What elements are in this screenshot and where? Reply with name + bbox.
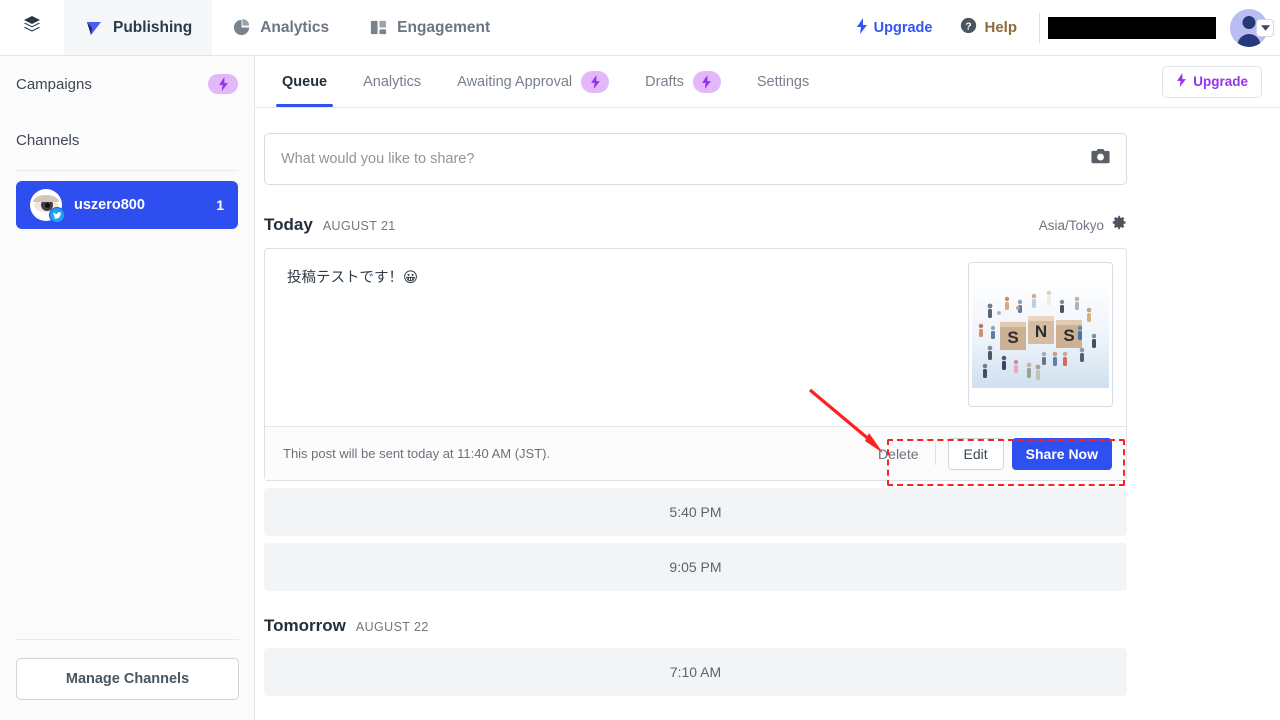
- queue-slot[interactable]: 9:05 PM: [264, 543, 1127, 591]
- help-link[interactable]: ? Help: [946, 17, 1031, 38]
- nav-item-engagement-label: Engagement: [397, 18, 491, 36]
- tab-awaiting-approval[interactable]: Awaiting Approval: [439, 56, 627, 107]
- svg-text:S: S: [1007, 328, 1018, 347]
- tab-awaiting-approval-label: Awaiting Approval: [457, 73, 573, 90]
- tab-settings[interactable]: Settings: [739, 56, 827, 107]
- queue-slot[interactable]: 5:40 PM: [264, 488, 1127, 536]
- tab-analytics[interactable]: Analytics: [345, 56, 439, 107]
- top-navigation-bar: Publishing Analytics Engagement Upgrade …: [0, 0, 1280, 56]
- queue-content: Today AUGUST 21 Asia/Tokyo 投稿テストです！😀: [255, 108, 1280, 696]
- scheduled-post-card: 投稿テストです！😀 S N S This post will be sent t…: [264, 248, 1127, 481]
- topbar-right-group: Upgrade ? Help: [842, 0, 1280, 55]
- manage-channels-button[interactable]: Manage Channels: [16, 658, 239, 700]
- bolt-icon: [856, 17, 868, 38]
- day-header-today: Today AUGUST 21 Asia/Tokyo: [264, 215, 1127, 235]
- bolt-icon: [1176, 73, 1187, 90]
- post-thumbnail[interactable]: S N S: [968, 262, 1113, 407]
- tab-settings-label: Settings: [756, 73, 810, 90]
- queue-slot-time: 9:05 PM: [669, 559, 722, 575]
- drafts-pro-badge: [692, 70, 721, 93]
- svg-text:?: ?: [966, 21, 972, 32]
- upgrade-button-label: Upgrade: [1193, 74, 1248, 89]
- question-circle-icon: ?: [960, 17, 977, 38]
- post-composer[interactable]: [264, 133, 1127, 185]
- delete-button[interactable]: Delete: [862, 446, 934, 462]
- queue-slot-time: 5:40 PM: [669, 504, 722, 520]
- app-logo[interactable]: [0, 0, 64, 55]
- nav-item-engagement[interactable]: Engagement: [349, 0, 510, 55]
- engagement-icon: [369, 18, 388, 37]
- tab-queue[interactable]: Queue: [264, 56, 345, 107]
- nav-item-publishing-label: Publishing: [113, 18, 193, 36]
- chevron-down-icon[interactable]: [1256, 18, 1274, 37]
- tab-queue-label: Queue: [282, 73, 328, 90]
- nav-item-publishing[interactable]: Publishing: [64, 0, 213, 55]
- eye-avatar: [30, 189, 65, 223]
- sidebar-channel-name: uszero800: [74, 197, 145, 213]
- help-link-label: Help: [984, 19, 1017, 36]
- day-title: Today: [264, 215, 313, 234]
- upgrade-link[interactable]: Upgrade: [842, 17, 947, 38]
- svg-text:S: S: [1063, 326, 1074, 345]
- awaiting-approval-pro-badge: [581, 70, 610, 93]
- day-title: Tomorrow: [264, 616, 346, 635]
- main-content: Queue Analytics Awaiting Approval Drafts…: [255, 56, 1280, 720]
- sidebar-footer: Manage Channels: [0, 639, 255, 720]
- topbar-divider: [1039, 12, 1040, 43]
- post-body[interactable]: 投稿テストです！😀 S N S: [265, 249, 1126, 426]
- queue-slot-time: 7:10 AM: [669, 664, 722, 680]
- sidebar: Campaigns Channels uszero800 1 Manage Ch…: [0, 56, 255, 720]
- account-menu[interactable]: [1230, 8, 1274, 47]
- nav-item-analytics[interactable]: Analytics: [212, 0, 349, 55]
- day-date: AUGUST 21: [322, 219, 396, 233]
- sidebar-channel-uszero800[interactable]: uszero800 1: [16, 181, 238, 229]
- day-header-tomorrow: Tomorrow AUGUST 22: [264, 616, 1127, 636]
- sidebar-channel-count: 1: [216, 197, 224, 213]
- footer-button-separator: [934, 442, 936, 465]
- svg-text:N: N: [1035, 322, 1047, 341]
- campaigns-pro-badge: [208, 74, 238, 94]
- pie-chart-icon: [232, 18, 251, 37]
- share-input[interactable]: [281, 151, 1091, 167]
- day-date: AUGUST 22: [355, 620, 429, 634]
- sns-blocks-image: S N S: [972, 266, 1109, 403]
- twitter-icon: [49, 207, 65, 223]
- post-footer: This post will be sent today at 11:40 AM…: [265, 426, 1126, 480]
- timezone-label: Asia/Tokyo: [1038, 218, 1104, 233]
- upgrade-button[interactable]: Upgrade: [1162, 65, 1262, 98]
- share-now-button[interactable]: Share Now: [1011, 437, 1112, 470]
- upgrade-link-label: Upgrade: [873, 19, 933, 36]
- edit-button[interactable]: Edit: [947, 437, 1004, 470]
- tab-drafts[interactable]: Drafts: [627, 56, 739, 107]
- sidebar-section-channels-label: Channels: [16, 131, 80, 149]
- nav-item-analytics-label: Analytics: [260, 18, 330, 36]
- sidebar-item-campaigns[interactable]: Campaigns: [0, 56, 254, 112]
- layers-icon: [23, 15, 41, 40]
- gear-icon[interactable]: [1112, 215, 1127, 235]
- account-name-redacted: [1048, 16, 1216, 39]
- queue-slot[interactable]: 7:10 AM: [264, 648, 1127, 696]
- tab-analytics-label: Analytics: [363, 73, 422, 90]
- sidebar-divider: [16, 170, 238, 171]
- sidebar-item-campaigns-label: Campaigns: [16, 75, 92, 93]
- post-schedule-note: This post will be sent today at 11:40 AM…: [283, 446, 551, 461]
- tab-drafts-label: Drafts: [645, 73, 684, 90]
- sidebar-footer-divider: [16, 639, 239, 640]
- tab-bar: Queue Analytics Awaiting Approval Drafts…: [255, 56, 1280, 108]
- publishing-icon: [84, 18, 104, 38]
- camera-icon[interactable]: [1091, 148, 1110, 170]
- sidebar-section-channels: Channels: [0, 112, 254, 168]
